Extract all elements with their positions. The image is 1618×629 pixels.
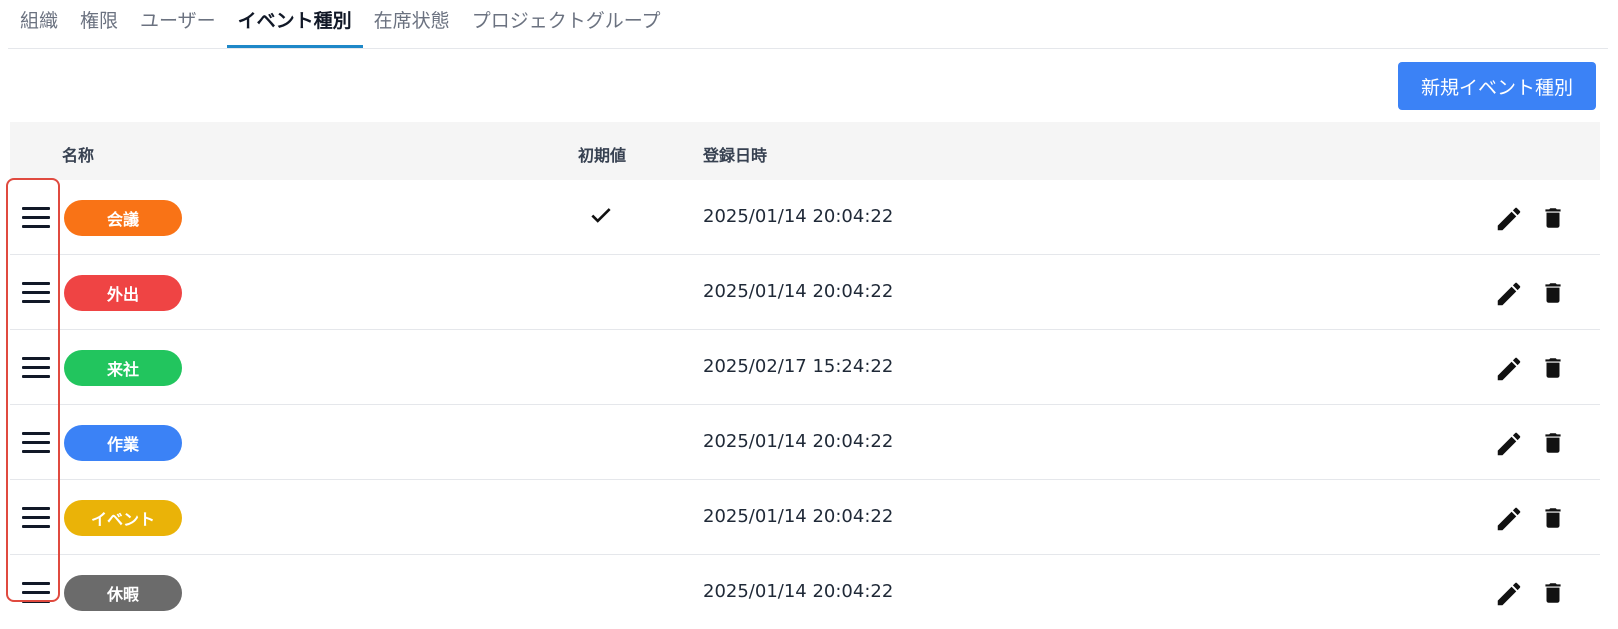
drag-handle-icon[interactable] <box>22 432 50 454</box>
check-icon <box>588 202 614 228</box>
tab-users[interactable]: ユーザー <box>129 2 227 48</box>
tab-project-groups[interactable]: プロジェクトグループ <box>461 2 672 48</box>
table-row: 休暇 2025/01/14 20:04:22 <box>10 555 1600 629</box>
registered-at-cell: 2025/01/14 20:04:22 <box>703 206 894 227</box>
event-type-badge: 来社 <box>64 350 182 386</box>
trash-icon[interactable] <box>1540 503 1566 533</box>
pencil-icon[interactable] <box>1494 429 1524 459</box>
column-header-default: 初期値 <box>578 146 627 165</box>
drag-handle-icon[interactable] <box>22 207 50 229</box>
event-type-table: 名称 初期値 登録日時 会議 2025/01/14 20:04:22 外出 2025/… <box>10 122 1600 629</box>
trash-icon[interactable] <box>1540 428 1566 458</box>
registered-at-cell: 2025/01/14 20:04:22 <box>703 506 894 527</box>
new-event-type-button[interactable]: 新規イベント種別 <box>1398 62 1596 110</box>
table-row: イベント 2025/01/14 20:04:22 <box>10 480 1600 555</box>
trash-icon[interactable] <box>1540 353 1566 383</box>
table-row: 外出 2025/01/14 20:04:22 <box>10 255 1600 330</box>
pencil-icon[interactable] <box>1494 279 1524 309</box>
event-type-badge: 休暇 <box>64 575 182 611</box>
registered-at-cell: 2025/01/14 20:04:22 <box>703 581 894 602</box>
event-type-badge: イベント <box>64 500 182 536</box>
event-type-badge: 外出 <box>64 275 182 311</box>
event-type-badge: 作業 <box>64 425 182 461</box>
pencil-icon[interactable] <box>1494 354 1524 384</box>
trash-icon[interactable] <box>1540 578 1566 608</box>
column-header-name: 名称 <box>62 146 95 165</box>
event-type-badge: 会議 <box>64 200 182 236</box>
registered-at-cell: 2025/01/14 20:04:22 <box>703 431 894 452</box>
pencil-icon[interactable] <box>1494 579 1524 609</box>
column-header-registered-at: 登録日時 <box>703 146 768 165</box>
table-row: 来社 2025/02/17 15:24:22 <box>10 330 1600 405</box>
drag-handle-icon[interactable] <box>22 282 50 304</box>
tab-bar: 組織 権限 ユーザー イベント種別 在席状態 プロジェクトグループ <box>8 0 1608 49</box>
drag-handle-icon[interactable] <box>22 582 50 604</box>
registered-at-cell: 2025/01/14 20:04:22 <box>703 281 894 302</box>
pencil-icon[interactable] <box>1494 504 1524 534</box>
table-body: 会議 2025/01/14 20:04:22 外出 2025/01/14 20:04:… <box>10 180 1600 629</box>
pencil-icon[interactable] <box>1494 204 1524 234</box>
tab-event-types[interactable]: イベント種別 <box>226 2 363 48</box>
trash-icon[interactable] <box>1540 203 1566 233</box>
table-row: 会議 2025/01/14 20:04:22 <box>10 180 1600 255</box>
registered-at-cell: 2025/02/17 15:24:22 <box>703 356 894 377</box>
trash-icon[interactable] <box>1540 278 1566 308</box>
tab-permissions[interactable]: 権限 <box>69 2 129 48</box>
table-row: 作業 2025/01/14 20:04:22 <box>10 405 1600 480</box>
drag-handle-icon[interactable] <box>22 357 50 379</box>
tab-organization[interactable]: 組織 <box>8 2 69 48</box>
table-header: 名称 初期値 登録日時 <box>10 122 1600 180</box>
tab-presence-status[interactable]: 在席状態 <box>363 2 461 48</box>
drag-handle-icon[interactable] <box>22 507 50 529</box>
